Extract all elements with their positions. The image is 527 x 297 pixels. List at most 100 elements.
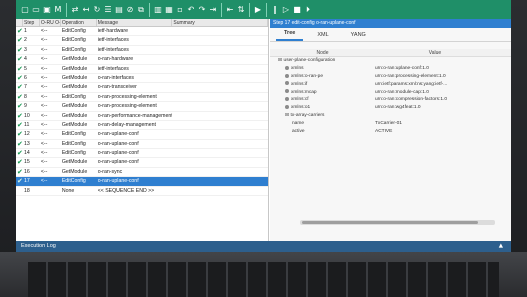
table-row[interactable]: ✔ 10 <-- GetModule o-ran-performance-managem… [16,112,268,121]
node-label: xmlns:if [291,81,308,87]
tree-node[interactable]: xmlns:if urn:ietf:params:xml:ns:yang:ietf… [270,81,511,89]
value-column-header[interactable]: Value [375,49,495,56]
header-direction[interactable]: O-RU O-DU [40,19,61,26]
new-file-icon[interactable]: ▢ [20,4,30,16]
table-row[interactable]: ✔ 4 <-- GetModule o-ran-hardware [16,55,268,65]
scrollbar-thumb[interactable] [302,221,478,224]
toolbar-separator [249,2,250,17]
operation: EditConfig [61,93,86,100]
tree-node[interactable]: ⊟ tx-array-carriers [270,112,511,120]
tree-node[interactable]: xmlns:o1 urn:o-ran:wg4feat:1.0 [270,104,511,112]
header-step[interactable]: Step [23,19,40,26]
table-row[interactable]: ✔ 5 <-- GetModule ietf-interfaces [16,65,268,74]
table-row[interactable]: ✔ 7 <-- GetModule o-ran-transceiver [16,83,268,93]
table-row[interactable]: ✔ 11 <-- GetModule o-ran-delay-management [16,121,268,131]
tree-node[interactable]: xmlns:mcap urn:o-ran:module-cap:1.0 [270,89,511,97]
block-icon[interactable]: ⊘ [125,4,135,16]
table-row[interactable]: 18 None << SEQUENCE END >> [16,187,268,197]
run-all-icon[interactable]: ⏵ [303,4,313,16]
tree-node[interactable]: xmlns:cf urn:o-ran:compression-factors:1.… [270,96,511,104]
direction: <-- [40,56,48,63]
status-check-icon: ✔ [17,73,23,82]
node-label: tx-array-carriers [290,113,325,119]
tab-yang[interactable]: YANG [343,32,374,41]
connect-icon[interactable]: ⇥ [208,4,218,16]
header-status[interactable] [16,19,23,26]
pause-icon[interactable]: ‖ [270,4,280,16]
node-value: urn:o-ran:module-cap:1.0 [375,89,429,95]
status-check-icon: ✔ [17,139,23,148]
table-row[interactable]: ✔ 13 <-- EditConfig o-ran-uplane-conf [16,139,268,150]
step-number: 10 [23,112,30,119]
tree-header: Node Value [270,49,511,57]
table-row[interactable]: ✔ 9 <-- GetModule o-ran-processing-element [16,102,268,112]
node-value [375,57,495,65]
save-icon[interactable]: ▣ [42,4,52,16]
table-row[interactable]: ✔ 3 <-- EditConfig ietf-interfaces [16,46,268,56]
message: ietf-hardware [97,28,128,34]
tab-tree[interactable]: Tree [276,30,304,41]
message: ietf-interfaces [97,65,129,72]
step-icon[interactable]: ▷ [281,4,291,16]
attribute-icon [285,81,289,86]
header-summary[interactable]: Summary [172,19,268,26]
step-number: 16 [23,168,30,175]
undo-icon[interactable]: ↶ [186,4,196,16]
tree-node[interactable]: name TxCarrier-01 [270,120,511,128]
table-row[interactable]: ✔ 6 <-- GetModule o-ran-interfaces [16,73,268,84]
node-label: xmlns:cf [291,97,309,103]
disconnect-icon[interactable]: ⇤ [225,4,235,16]
horizontal-scrollbar[interactable] [300,220,495,225]
direction: <-- [40,112,48,119]
sort-icon[interactable]: ⇅ [236,4,246,16]
table-row[interactable]: ✔ 15 <-- GetModule o-ran-uplane-conf [16,158,268,168]
table-row[interactable]: ✔ 2 <-- EditConfig ietf-interfaces [16,36,268,46]
node-value [375,112,495,120]
summary [172,102,268,110]
node-label: active [292,129,305,135]
open-folder-icon[interactable]: ▭ [31,4,41,16]
copy-icon[interactable]: ⧉ [136,4,146,16]
execution-log-label: Execution Log [21,243,56,249]
comment-icon[interactable]: ▤ [114,4,124,16]
table-row[interactable]: ✔ 1 <-- EditConfig ietf-hardware [16,27,268,37]
node-column-header[interactable]: Node [270,49,375,56]
message: o-ran-uplane-conf [97,131,139,138]
detail-tabs: Tree XML YANG [270,28,511,42]
redo-icon[interactable]: ↷ [197,4,207,16]
export-icon[interactable]: ↤ [81,4,91,16]
tab-xml[interactable]: XML [309,32,336,41]
macro-icon[interactable]: M [53,4,63,16]
table-row[interactable]: ✔ 16 <-- GetModule o-ran-sync [16,168,268,178]
tree-node[interactable]: ⊟ user-plane-configuration [270,57,511,65]
summary [172,130,268,138]
tree-node[interactable]: xmlns:o-ran-pe urn:o-ran:processing-eleme… [270,73,511,81]
table-row[interactable]: ✔ 14 <-- EditConfig o-ran-uplane-conf [16,149,268,159]
chevron-up-icon[interactable]: ▲ [499,241,503,252]
import-icon[interactable]: ⇄ [70,4,80,16]
status-check-icon: ✔ [17,55,23,64]
tree-node[interactable]: active ACTIVE [270,128,511,136]
operation: GetModule [61,65,88,72]
stop-icon[interactable]: ■ [292,4,302,16]
node-name: xmlns:if [270,81,375,89]
operation: EditConfig [61,37,86,44]
summary [172,46,268,54]
table-row[interactable]: ✔ 8 <-- EditConfig o-ran-processing-element [16,93,268,103]
status-check-icon: ✔ [17,177,23,186]
delete-icon[interactable]: ▫ [175,4,185,16]
table-row[interactable]: ✔ 17 <-- EditConfig o-ran-uplane-conf [16,177,268,187]
play-icon[interactable]: ▶ [253,4,263,16]
header-operation[interactable]: Operation [61,19,97,26]
list-icon[interactable]: ☰ [103,4,113,16]
execution-log-bar[interactable]: Execution Log ▲ [16,241,511,252]
node-value: TxCarrier-01 [375,121,402,127]
direction: <-- [40,150,48,157]
header-message[interactable]: Message [97,19,173,26]
tree-node[interactable]: xmlns urn:o-ran:uplane-conf:1.0 [270,65,511,73]
duplicate-icon[interactable]: ▦ [164,4,174,16]
paste-icon[interactable]: ▥ [153,4,163,16]
refresh-icon[interactable]: ↻ [92,4,102,16]
message: << SEQUENCE END >> [97,187,155,194]
table-row[interactable]: ✔ 12 <-- EditConfig o-ran-uplane-conf [16,130,268,140]
